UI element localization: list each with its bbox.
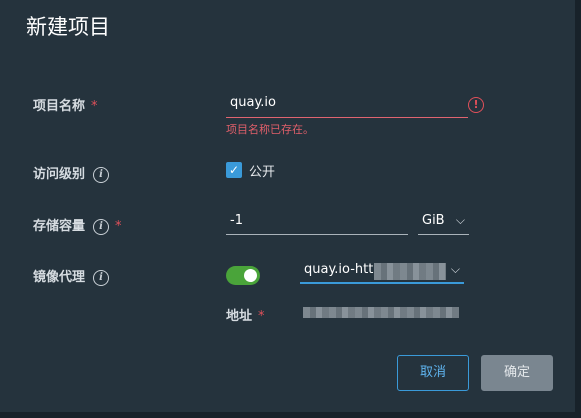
toggle-knob (244, 269, 257, 282)
backdrop-edge-bottom (0, 412, 581, 418)
info-icon[interactable]: i (93, 269, 110, 286)
chevron-down-icon: ⌵ (450, 262, 460, 276)
required-mark: * (115, 219, 122, 234)
info-icon[interactable]: i (93, 218, 110, 235)
redacted-address (303, 307, 459, 318)
proxy-cache-label: 镜像代理 i (33, 266, 110, 286)
public-checkbox-label[interactable]: 公开 (249, 161, 275, 180)
project-name-label: 项目名称 * (33, 95, 98, 114)
dialog-title: 新建项目 (26, 15, 110, 39)
backdrop-edge (575, 0, 581, 418)
project-name-error: 项目名称已存在。 (226, 123, 314, 136)
proxy-registry-value: quay.io-htt (304, 262, 374, 277)
storage-unit-select[interactable]: GiB ⌵ (418, 213, 469, 235)
new-project-dialog (0, 0, 575, 412)
access-level-label: 访问级别 i (33, 163, 110, 183)
address-label-wrap: 地址 * (33, 305, 265, 324)
project-name-input[interactable]: quay.io (226, 95, 468, 118)
required-mark: * (258, 309, 265, 324)
exclamation-circle-icon: ! (468, 97, 484, 113)
required-mark: * (91, 99, 98, 114)
project-name-label-text: 项目名称 (33, 99, 86, 114)
proxy-cache-toggle[interactable] (226, 266, 260, 285)
proxy-cache-label-text: 镜像代理 (33, 270, 86, 285)
access-level-label-text: 访问级别 (33, 167, 86, 182)
chevron-down-icon: ⌵ (455, 213, 465, 227)
redacted-region (374, 263, 446, 280)
info-icon[interactable]: i (93, 166, 110, 183)
public-checkbox[interactable]: ✓ (226, 162, 242, 178)
storage-quota-input[interactable]: -1 (226, 213, 408, 235)
storage-quota-label-text: 存储容量 (33, 219, 86, 234)
storage-quota-value: -1 (230, 213, 243, 228)
project-name-value: quay.io (230, 95, 276, 110)
address-label-text: 地址 (226, 309, 253, 324)
storage-quota-label: 存储容量 i * (33, 215, 122, 235)
address-label: 地址 * (226, 309, 265, 324)
storage-unit-value: GiB (422, 213, 445, 228)
cancel-button[interactable]: 取消 (397, 355, 469, 391)
confirm-button[interactable]: 确定 (481, 355, 553, 391)
